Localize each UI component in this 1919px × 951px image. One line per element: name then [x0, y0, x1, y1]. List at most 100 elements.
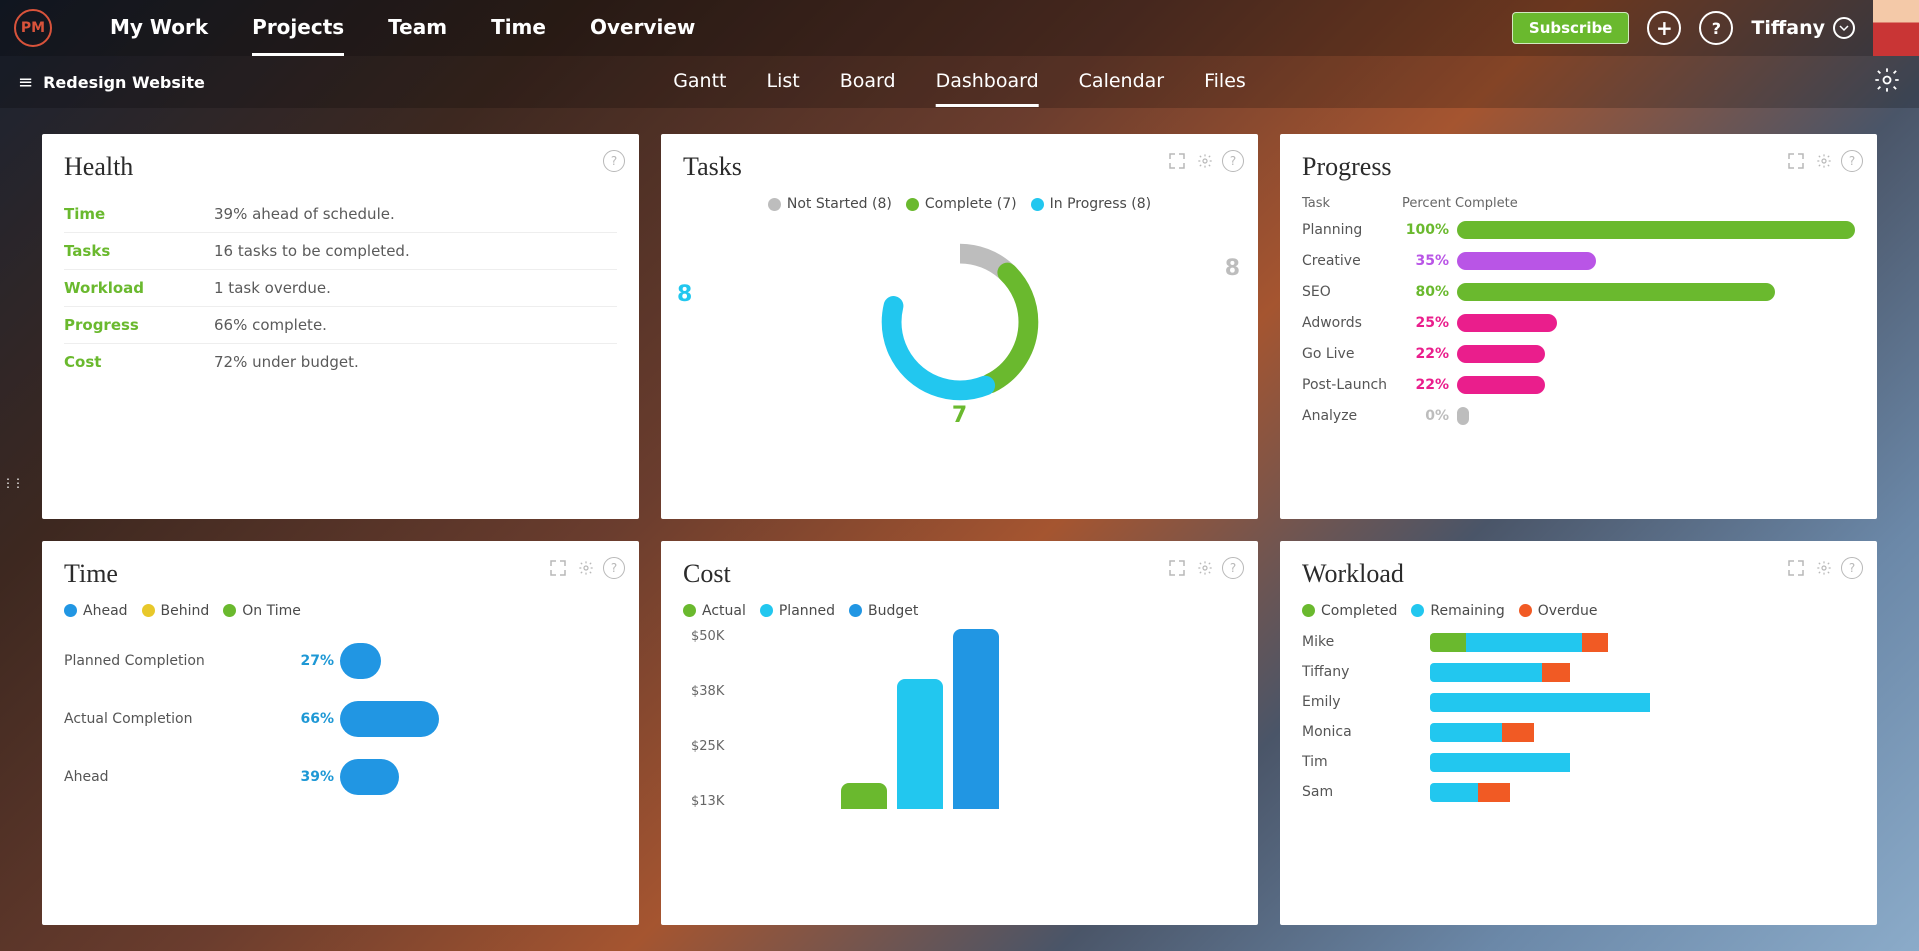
help-icon[interactable]: ? [1841, 150, 1863, 172]
help-icon[interactable]: ? [603, 150, 625, 172]
avatar[interactable] [1873, 0, 1919, 56]
add-icon[interactable]: + [1647, 11, 1681, 45]
card-title: Tasks [683, 152, 1236, 182]
main-tab-time[interactable]: Time [491, 1, 546, 56]
yaxis-tick: $25K [691, 739, 724, 754]
project-tab-gantt[interactable]: Gantt [673, 58, 726, 107]
workload-bar [1430, 723, 1730, 742]
workload-name: Sam [1302, 784, 1430, 800]
progress-card: ? Progress TaskPercent Complete Planning… [1280, 134, 1877, 519]
project-tab-dashboard[interactable]: Dashboard [936, 58, 1039, 107]
project-tab-calendar[interactable]: Calendar [1079, 58, 1164, 107]
tasks-legend: Not Started (8)Complete (7)In Progress (… [683, 196, 1236, 212]
gear-icon[interactable] [1194, 150, 1216, 172]
legend-item: Behind [142, 603, 210, 619]
legend-item: Overdue [1519, 603, 1598, 619]
workload-bar [1430, 663, 1730, 682]
health-row: Progress66% complete. [64, 307, 617, 344]
donut-label: 7 [952, 403, 967, 428]
project-tab-list[interactable]: List [767, 58, 800, 107]
workload-bar [1430, 783, 1730, 802]
expand-icon[interactable] [1166, 150, 1188, 172]
app-logo[interactable]: PM [14, 9, 52, 47]
help-icon[interactable]: ? [603, 557, 625, 579]
workload-name: Mike [1302, 634, 1430, 650]
legend-item: Complete (7) [906, 196, 1017, 212]
health-row: Workload1 task overdue. [64, 270, 617, 307]
user-menu[interactable]: Tiffany [1751, 17, 1855, 39]
time-row: Actual Completion66% [64, 701, 617, 737]
card-title: Cost [683, 559, 1236, 589]
legend-dot [1519, 604, 1532, 617]
project-tab-board[interactable]: Board [840, 58, 896, 107]
expand-icon[interactable] [1785, 557, 1807, 579]
legend-item: Not Started (8) [768, 196, 892, 212]
help-icon[interactable]: ? [1222, 557, 1244, 579]
legend-dot [768, 198, 781, 211]
health-label: Tasks [64, 242, 214, 260]
main-tab-my-work[interactable]: My Work [110, 1, 208, 56]
time-label: Actual Completion [64, 711, 284, 727]
progress-bar [1457, 252, 1855, 270]
health-value: 16 tasks to be completed. [214, 242, 410, 260]
progress-row: Post-Launch22% [1302, 376, 1855, 394]
cost-bar-chart: $50K$38K$25K$13K [691, 629, 1236, 809]
time-row: Planned Completion27% [64, 643, 617, 679]
legend-item: Ahead [64, 603, 128, 619]
expand-icon[interactable] [1785, 150, 1807, 172]
workload-row: Emily [1302, 693, 1855, 712]
expand-icon[interactable] [547, 557, 569, 579]
dashboard: ? Health Time39% ahead of schedule.Tasks… [0, 108, 1919, 951]
cost-bar [953, 629, 999, 809]
hamburger-icon[interactable]: ≡ [18, 72, 33, 93]
progress-task: Planning [1302, 222, 1402, 238]
chevron-down-icon [1833, 17, 1855, 39]
sub-nav: ≡ Redesign Website GanttListBoardDashboa… [0, 56, 1919, 108]
help-icon[interactable]: ? [1841, 557, 1863, 579]
time-bar [340, 701, 439, 737]
main-tab-projects[interactable]: Projects [252, 1, 344, 56]
time-pct: 39% [284, 769, 334, 785]
card-title: Workload [1302, 559, 1855, 589]
progress-task: Go Live [1302, 346, 1402, 362]
user-name: Tiffany [1751, 17, 1825, 39]
legend-item: Budget [849, 603, 918, 619]
expand-icon[interactable] [1166, 557, 1188, 579]
main-tab-team[interactable]: Team [388, 1, 447, 56]
health-card: ? Health Time39% ahead of schedule.Tasks… [42, 134, 639, 519]
progress-bar [1457, 407, 1855, 425]
donut-label: 8 [1225, 256, 1240, 281]
top-nav: PM My Work Projects Team Time Overview Subsc… [0, 0, 1919, 56]
health-value: 39% ahead of schedule. [214, 205, 395, 223]
workload-name: Monica [1302, 724, 1430, 740]
tasks-card: ? Tasks Not Started (8)Complete (7)In Pr… [661, 134, 1258, 519]
help-icon[interactable]: ? [1699, 11, 1733, 45]
workload-name: Tiffany [1302, 664, 1430, 680]
time-label: Ahead [64, 769, 284, 785]
subscribe-button[interactable]: Subscribe [1512, 12, 1630, 44]
donut-label: 8 [677, 282, 692, 307]
project-tabs: Gantt List Board Dashboard Calendar Files [673, 58, 1246, 107]
cost-bar [841, 783, 887, 808]
gear-icon[interactable] [1813, 150, 1835, 172]
health-value: 72% under budget. [214, 353, 359, 371]
side-handle-icon[interactable]: ⋮⋮ [2, 476, 22, 490]
progress-bar [1457, 283, 1855, 301]
workload-bar [1430, 693, 1730, 712]
health-row: Cost72% under budget. [64, 344, 617, 380]
progress-pct: 0% [1402, 408, 1457, 424]
legend-dot [223, 604, 236, 617]
health-value: 66% complete. [214, 316, 327, 334]
gear-icon[interactable] [575, 557, 597, 579]
gear-icon[interactable] [1813, 557, 1835, 579]
workload-row: Tiffany [1302, 663, 1855, 682]
health-label: Time [64, 205, 214, 223]
help-icon[interactable]: ? [1222, 150, 1244, 172]
main-tab-overview[interactable]: Overview [590, 1, 695, 56]
gear-icon[interactable] [1194, 557, 1216, 579]
progress-row: Go Live22% [1302, 345, 1855, 363]
legend-dot [849, 604, 862, 617]
gear-icon[interactable] [1873, 66, 1901, 98]
project-tab-files[interactable]: Files [1204, 58, 1246, 107]
tasks-donut-chart: 8 7 8 [683, 232, 1236, 412]
